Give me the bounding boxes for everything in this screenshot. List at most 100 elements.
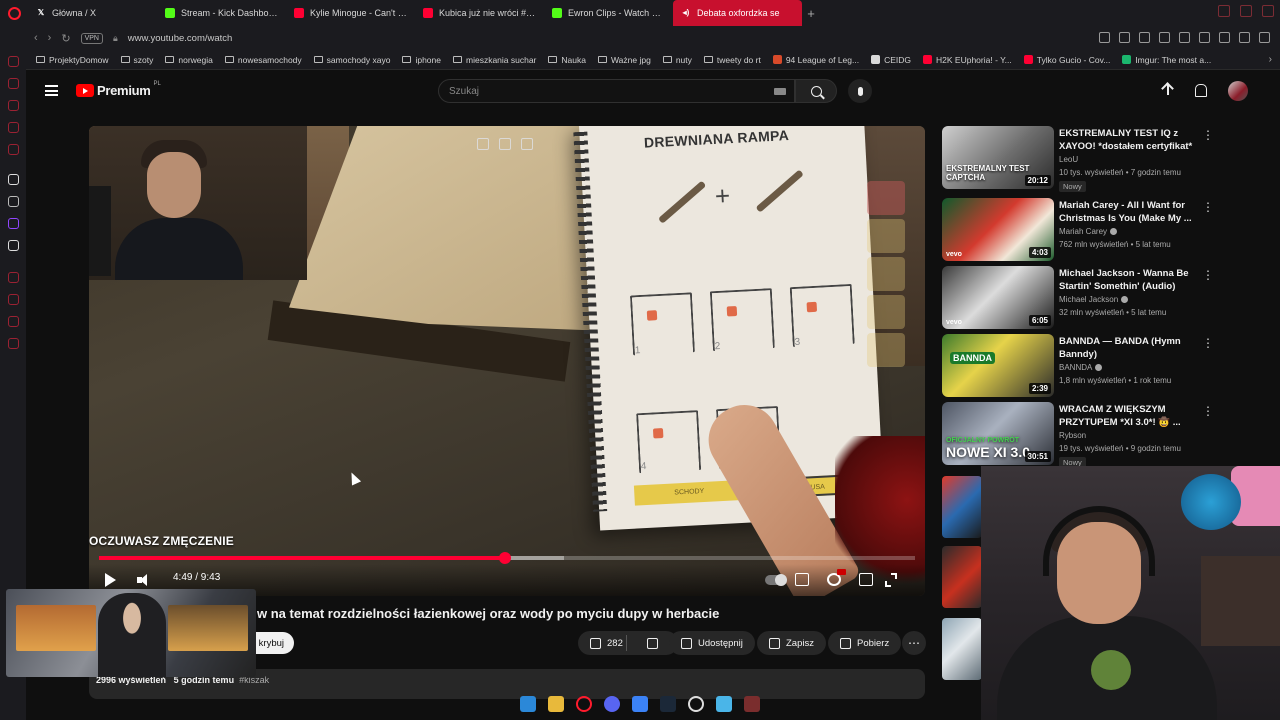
- search-button[interactable]: [795, 79, 837, 103]
- more-options-icon[interactable]: ⋮: [1202, 128, 1214, 142]
- bookmark-item[interactable]: norwegia: [165, 55, 213, 65]
- recommendation-thumbnail-partial[interactable]: [942, 476, 982, 538]
- heart-icon[interactable]: [1179, 32, 1190, 43]
- music-icon[interactable]: [8, 78, 19, 89]
- recommendation-channel[interactable]: BANNDA: [1059, 363, 1103, 372]
- video-player[interactable]: DREWNIANA RAMPA + 1 2 3 4 5 SCHODY PAUSA: [89, 126, 925, 596]
- notifications-bell-icon[interactable]: [1192, 82, 1208, 98]
- thumbs-down-icon[interactable]: [646, 637, 658, 649]
- miniplayer-icon[interactable]: [859, 573, 873, 586]
- notepad-icon[interactable]: [716, 696, 732, 712]
- recommendation-channel[interactable]: LeoU: [1059, 155, 1078, 164]
- progress-bar[interactable]: [99, 552, 915, 564]
- bookmark-item[interactable]: nowesamochody: [224, 55, 302, 65]
- bookmark-item[interactable]: H2K EUphoria! - Y...: [923, 55, 1012, 65]
- bookmark-item[interactable]: Ważne jpg: [597, 55, 651, 65]
- upload-icon[interactable]: [1160, 82, 1176, 98]
- opera-logo-icon[interactable]: [0, 0, 28, 26]
- browser-tab[interactable]: Stream - Kick Dashboard: [157, 0, 286, 26]
- fullscreen-icon[interactable]: [891, 573, 897, 579]
- scrubber-handle[interactable]: [498, 552, 511, 564]
- subtitles-icon[interactable]: [795, 573, 809, 586]
- browser-tab[interactable]: Ewron Clips - Watch Live: [544, 0, 673, 26]
- settings-icon[interactable]: [8, 338, 19, 349]
- recommendation-channel[interactable]: Michael Jackson: [1059, 295, 1129, 304]
- recommendation-title[interactable]: WRACAM Z WIĘKSZYM PRZYTUPEM *XI 3.0*! 🤠 …: [1059, 404, 1199, 429]
- bookmark-item[interactable]: Nauka: [548, 55, 586, 65]
- bookmark-item[interactable]: iphone: [402, 55, 441, 65]
- clock-icon[interactable]: [8, 294, 19, 305]
- twitch-icon[interactable]: [8, 218, 19, 229]
- bookmark-item[interactable]: szoty: [120, 55, 153, 65]
- opera-taskbar-icon[interactable]: [576, 696, 592, 712]
- recommendation-thumbnail[interactable]: vevo 6:05: [942, 266, 1054, 329]
- recommendation-item[interactable]: EKSTREMALNY TEST CAPTCHA 20:12 EKSTREMALNY…: [942, 126, 1272, 192]
- telegram-icon[interactable]: [8, 144, 19, 155]
- recommendation-thumbnail[interactable]: OFICJALNY POWRÓT NOWE XI 3.0 30:51: [942, 402, 1054, 465]
- browser-tab[interactable]: Kubica już nie wróci #pa: [415, 0, 544, 26]
- discord-icon[interactable]: [604, 696, 620, 712]
- browser-tab[interactable]: ◂) Debata oxfordzka se: [673, 0, 802, 26]
- maximize-icon[interactable]: [1240, 5, 1252, 17]
- bookmark-item[interactable]: 94 League of Leg...: [772, 55, 859, 65]
- hamburger-menu-icon[interactable]: [45, 85, 58, 96]
- reload-icon[interactable]: ↻: [61, 32, 70, 45]
- x-icon[interactable]: [8, 240, 19, 251]
- close-window-icon[interactable]: [1262, 5, 1274, 17]
- like-button[interactable]: 282: [578, 631, 678, 655]
- recommendation-thumbnail[interactable]: vevo 4:03: [942, 198, 1054, 261]
- wallet-icon[interactable]: [1219, 32, 1230, 43]
- app-icon[interactable]: [744, 696, 760, 712]
- more-options-icon[interactable]: ⋮: [1202, 268, 1214, 282]
- obs-icon[interactable]: [688, 696, 704, 712]
- recommendation-title[interactable]: EKSTREMALNY TEST IQ z XAYOO! *dostałem c…: [1059, 128, 1199, 154]
- bookmark-item[interactable]: CEIDG: [871, 55, 911, 65]
- steam-icon[interactable]: [660, 696, 676, 712]
- youtube-logo[interactable]: Premium PL: [76, 81, 161, 98]
- save-button[interactable]: Zapisz: [757, 631, 826, 655]
- messenger-icon[interactable]: [8, 56, 19, 67]
- volume-icon[interactable]: [137, 574, 151, 586]
- more-options-icon[interactable]: ⋮: [1202, 200, 1214, 214]
- more-options-icon[interactable]: ⋮: [1202, 404, 1214, 418]
- back-icon[interactable]: ‹: [34, 32, 38, 44]
- bookmark-item[interactable]: samochody xayo: [313, 55, 390, 65]
- more-actions-button[interactable]: ⋯: [902, 631, 926, 655]
- autoplay-toggle[interactable]: [765, 574, 787, 586]
- play-icon[interactable]: [105, 573, 116, 587]
- play-media-icon[interactable]: [1159, 32, 1170, 43]
- pin-icon[interactable]: [1099, 32, 1110, 43]
- recommendation-item[interactable]: OFICJALNY POWRÓT NOWE XI 3.0 30:51 WRACAM Z…: [942, 402, 1272, 468]
- lock-icon[interactable]: 🔒︎: [113, 33, 118, 44]
- search-input[interactable]: Szukaj: [438, 79, 795, 103]
- new-tab-button[interactable]: +: [802, 6, 820, 21]
- minimize-icon[interactable]: [1218, 5, 1230, 17]
- file-explorer-icon[interactable]: [548, 696, 564, 712]
- forward-icon[interactable]: ›: [48, 32, 52, 44]
- browser-tab[interactable]: Kylie Minogue - Can't Ge: [286, 0, 415, 26]
- send-icon[interactable]: [1139, 32, 1150, 43]
- pinboard-icon[interactable]: [8, 316, 19, 327]
- recommendation-title[interactable]: Mariah Carey - All I Want for Christmas …: [1059, 200, 1199, 225]
- copy-link-icon[interactable]: [477, 138, 489, 150]
- skip-next-icon[interactable]: [521, 138, 533, 150]
- vpn-badge[interactable]: VPN: [80, 32, 103, 44]
- voice-search-button[interactable]: [848, 79, 872, 103]
- instagram-icon[interactable]: [8, 100, 19, 111]
- bookmark-item[interactable]: ProjektyDomow: [36, 55, 109, 65]
- screenshot-icon[interactable]: [1119, 32, 1130, 43]
- bookmark-item[interactable]: Imgur: The most a...: [1122, 55, 1211, 65]
- download-button[interactable]: Pobierz: [828, 631, 902, 655]
- bookmark-item[interactable]: nuty: [662, 55, 692, 65]
- menu-icon[interactable]: [1259, 32, 1270, 43]
- more-options-icon[interactable]: ⋮: [1202, 336, 1214, 350]
- avatar[interactable]: [1228, 81, 1248, 101]
- recommendation-thumbnail-partial[interactable]: [942, 546, 982, 608]
- chatgpt-icon[interactable]: [8, 196, 19, 207]
- aria-icon[interactable]: [8, 174, 19, 185]
- recommendation-title[interactable]: BANNDA — BANDA (Hymn Banndy): [1059, 336, 1199, 361]
- browser-tab[interactable]: 𝕏 Główna / X: [28, 0, 157, 26]
- bookmarks-overflow-icon[interactable]: ›: [1269, 54, 1272, 65]
- messenger-taskbar-icon[interactable]: [632, 696, 648, 712]
- recommendation-channel[interactable]: Rybson: [1059, 431, 1086, 440]
